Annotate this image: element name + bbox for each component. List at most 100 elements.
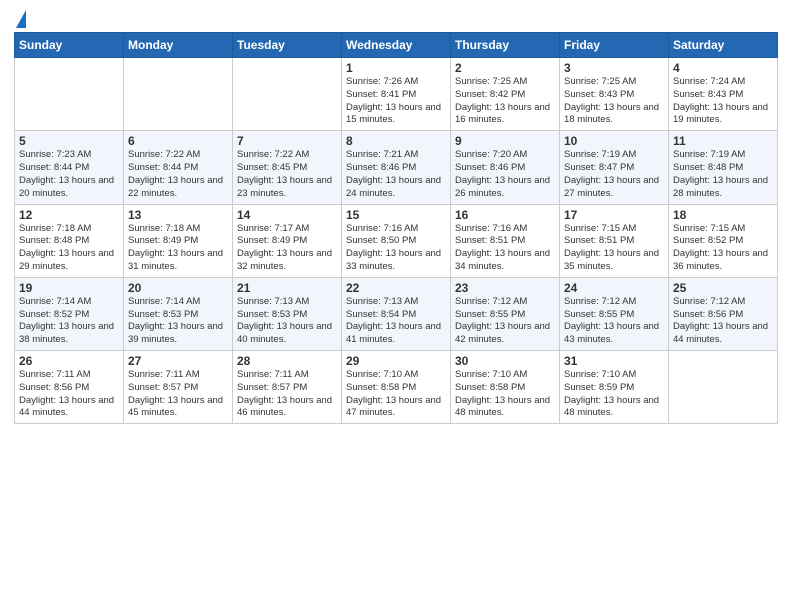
day-number: 24: [564, 281, 664, 295]
day-info: Sunrise: 7:16 AM Sunset: 8:51 PM Dayligh…: [455, 223, 555, 274]
calendar-cell: 31Sunrise: 7:10 AM Sunset: 8:59 PM Dayli…: [560, 351, 669, 424]
calendar-cell: 20Sunrise: 7:14 AM Sunset: 8:53 PM Dayli…: [124, 277, 233, 350]
calendar-cell: 12Sunrise: 7:18 AM Sunset: 8:48 PM Dayli…: [15, 204, 124, 277]
calendar-cell: 25Sunrise: 7:12 AM Sunset: 8:56 PM Dayli…: [669, 277, 778, 350]
day-info: Sunrise: 7:20 AM Sunset: 8:46 PM Dayligh…: [455, 149, 555, 200]
calendar-cell: 29Sunrise: 7:10 AM Sunset: 8:58 PM Dayli…: [342, 351, 451, 424]
calendar-cell: 17Sunrise: 7:15 AM Sunset: 8:51 PM Dayli…: [560, 204, 669, 277]
day-info: Sunrise: 7:24 AM Sunset: 8:43 PM Dayligh…: [673, 76, 773, 127]
calendar-cell: 19Sunrise: 7:14 AM Sunset: 8:52 PM Dayli…: [15, 277, 124, 350]
weekday-header-monday: Monday: [124, 33, 233, 58]
day-number: 11: [673, 134, 773, 148]
calendar-cell: 16Sunrise: 7:16 AM Sunset: 8:51 PM Dayli…: [451, 204, 560, 277]
day-info: Sunrise: 7:11 AM Sunset: 8:56 PM Dayligh…: [19, 369, 119, 420]
calendar-cell: 24Sunrise: 7:12 AM Sunset: 8:55 PM Dayli…: [560, 277, 669, 350]
calendar-cell: [15, 58, 124, 131]
header: [14, 10, 778, 28]
calendar-cell: [124, 58, 233, 131]
day-info: Sunrise: 7:12 AM Sunset: 8:55 PM Dayligh…: [564, 296, 664, 347]
calendar-cell: 11Sunrise: 7:19 AM Sunset: 8:48 PM Dayli…: [669, 131, 778, 204]
day-number: 8: [346, 134, 446, 148]
logo-triangle-icon: [16, 10, 26, 28]
day-number: 25: [673, 281, 773, 295]
day-number: 21: [237, 281, 337, 295]
day-number: 22: [346, 281, 446, 295]
day-info: Sunrise: 7:10 AM Sunset: 8:58 PM Dayligh…: [455, 369, 555, 420]
calendar-cell: 9Sunrise: 7:20 AM Sunset: 8:46 PM Daylig…: [451, 131, 560, 204]
calendar-cell: 2Sunrise: 7:25 AM Sunset: 8:42 PM Daylig…: [451, 58, 560, 131]
calendar-cell: 18Sunrise: 7:15 AM Sunset: 8:52 PM Dayli…: [669, 204, 778, 277]
calendar-week-3: 12Sunrise: 7:18 AM Sunset: 8:48 PM Dayli…: [15, 204, 778, 277]
day-info: Sunrise: 7:12 AM Sunset: 8:55 PM Dayligh…: [455, 296, 555, 347]
day-info: Sunrise: 7:15 AM Sunset: 8:51 PM Dayligh…: [564, 223, 664, 274]
calendar-body: 1Sunrise: 7:26 AM Sunset: 8:41 PM Daylig…: [15, 58, 778, 424]
logo: [14, 10, 26, 28]
day-number: 3: [564, 61, 664, 75]
day-number: 15: [346, 208, 446, 222]
calendar-cell: 7Sunrise: 7:22 AM Sunset: 8:45 PM Daylig…: [233, 131, 342, 204]
day-number: 9: [455, 134, 555, 148]
calendar-cell: 5Sunrise: 7:23 AM Sunset: 8:44 PM Daylig…: [15, 131, 124, 204]
day-number: 1: [346, 61, 446, 75]
calendar-table: SundayMondayTuesdayWednesdayThursdayFrid…: [14, 32, 778, 424]
weekday-header-saturday: Saturday: [669, 33, 778, 58]
calendar-cell: 13Sunrise: 7:18 AM Sunset: 8:49 PM Dayli…: [124, 204, 233, 277]
calendar-cell: 22Sunrise: 7:13 AM Sunset: 8:54 PM Dayli…: [342, 277, 451, 350]
calendar-cell: 3Sunrise: 7:25 AM Sunset: 8:43 PM Daylig…: [560, 58, 669, 131]
day-info: Sunrise: 7:13 AM Sunset: 8:54 PM Dayligh…: [346, 296, 446, 347]
day-info: Sunrise: 7:18 AM Sunset: 8:48 PM Dayligh…: [19, 223, 119, 274]
day-number: 5: [19, 134, 119, 148]
calendar-week-2: 5Sunrise: 7:23 AM Sunset: 8:44 PM Daylig…: [15, 131, 778, 204]
day-number: 27: [128, 354, 228, 368]
day-info: Sunrise: 7:10 AM Sunset: 8:59 PM Dayligh…: [564, 369, 664, 420]
day-number: 26: [19, 354, 119, 368]
day-info: Sunrise: 7:22 AM Sunset: 8:44 PM Dayligh…: [128, 149, 228, 200]
day-info: Sunrise: 7:17 AM Sunset: 8:49 PM Dayligh…: [237, 223, 337, 274]
weekday-header-tuesday: Tuesday: [233, 33, 342, 58]
day-number: 4: [673, 61, 773, 75]
day-number: 23: [455, 281, 555, 295]
calendar-cell: [669, 351, 778, 424]
weekday-header-friday: Friday: [560, 33, 669, 58]
day-info: Sunrise: 7:14 AM Sunset: 8:52 PM Dayligh…: [19, 296, 119, 347]
day-info: Sunrise: 7:25 AM Sunset: 8:42 PM Dayligh…: [455, 76, 555, 127]
calendar-week-4: 19Sunrise: 7:14 AM Sunset: 8:52 PM Dayli…: [15, 277, 778, 350]
day-number: 14: [237, 208, 337, 222]
calendar-cell: 1Sunrise: 7:26 AM Sunset: 8:41 PM Daylig…: [342, 58, 451, 131]
day-info: Sunrise: 7:10 AM Sunset: 8:58 PM Dayligh…: [346, 369, 446, 420]
day-info: Sunrise: 7:12 AM Sunset: 8:56 PM Dayligh…: [673, 296, 773, 347]
calendar-cell: 27Sunrise: 7:11 AM Sunset: 8:57 PM Dayli…: [124, 351, 233, 424]
day-number: 18: [673, 208, 773, 222]
day-info: Sunrise: 7:11 AM Sunset: 8:57 PM Dayligh…: [128, 369, 228, 420]
day-info: Sunrise: 7:19 AM Sunset: 8:48 PM Dayligh…: [673, 149, 773, 200]
calendar-cell: 23Sunrise: 7:12 AM Sunset: 8:55 PM Dayli…: [451, 277, 560, 350]
calendar-cell: 6Sunrise: 7:22 AM Sunset: 8:44 PM Daylig…: [124, 131, 233, 204]
day-info: Sunrise: 7:23 AM Sunset: 8:44 PM Dayligh…: [19, 149, 119, 200]
calendar-cell: [233, 58, 342, 131]
day-number: 31: [564, 354, 664, 368]
day-info: Sunrise: 7:21 AM Sunset: 8:46 PM Dayligh…: [346, 149, 446, 200]
page-container: SundayMondayTuesdayWednesdayThursdayFrid…: [0, 0, 792, 434]
calendar-cell: 21Sunrise: 7:13 AM Sunset: 8:53 PM Dayli…: [233, 277, 342, 350]
day-info: Sunrise: 7:13 AM Sunset: 8:53 PM Dayligh…: [237, 296, 337, 347]
day-number: 29: [346, 354, 446, 368]
weekday-header-sunday: Sunday: [15, 33, 124, 58]
day-number: 16: [455, 208, 555, 222]
day-info: Sunrise: 7:25 AM Sunset: 8:43 PM Dayligh…: [564, 76, 664, 127]
day-number: 17: [564, 208, 664, 222]
day-info: Sunrise: 7:11 AM Sunset: 8:57 PM Dayligh…: [237, 369, 337, 420]
day-info: Sunrise: 7:15 AM Sunset: 8:52 PM Dayligh…: [673, 223, 773, 274]
calendar-cell: 10Sunrise: 7:19 AM Sunset: 8:47 PM Dayli…: [560, 131, 669, 204]
weekday-header-wednesday: Wednesday: [342, 33, 451, 58]
day-info: Sunrise: 7:26 AM Sunset: 8:41 PM Dayligh…: [346, 76, 446, 127]
day-number: 20: [128, 281, 228, 295]
day-info: Sunrise: 7:14 AM Sunset: 8:53 PM Dayligh…: [128, 296, 228, 347]
weekday-header-thursday: Thursday: [451, 33, 560, 58]
calendar-cell: 28Sunrise: 7:11 AM Sunset: 8:57 PM Dayli…: [233, 351, 342, 424]
calendar-cell: 30Sunrise: 7:10 AM Sunset: 8:58 PM Dayli…: [451, 351, 560, 424]
day-number: 12: [19, 208, 119, 222]
day-info: Sunrise: 7:22 AM Sunset: 8:45 PM Dayligh…: [237, 149, 337, 200]
day-info: Sunrise: 7:18 AM Sunset: 8:49 PM Dayligh…: [128, 223, 228, 274]
day-number: 10: [564, 134, 664, 148]
day-number: 7: [237, 134, 337, 148]
